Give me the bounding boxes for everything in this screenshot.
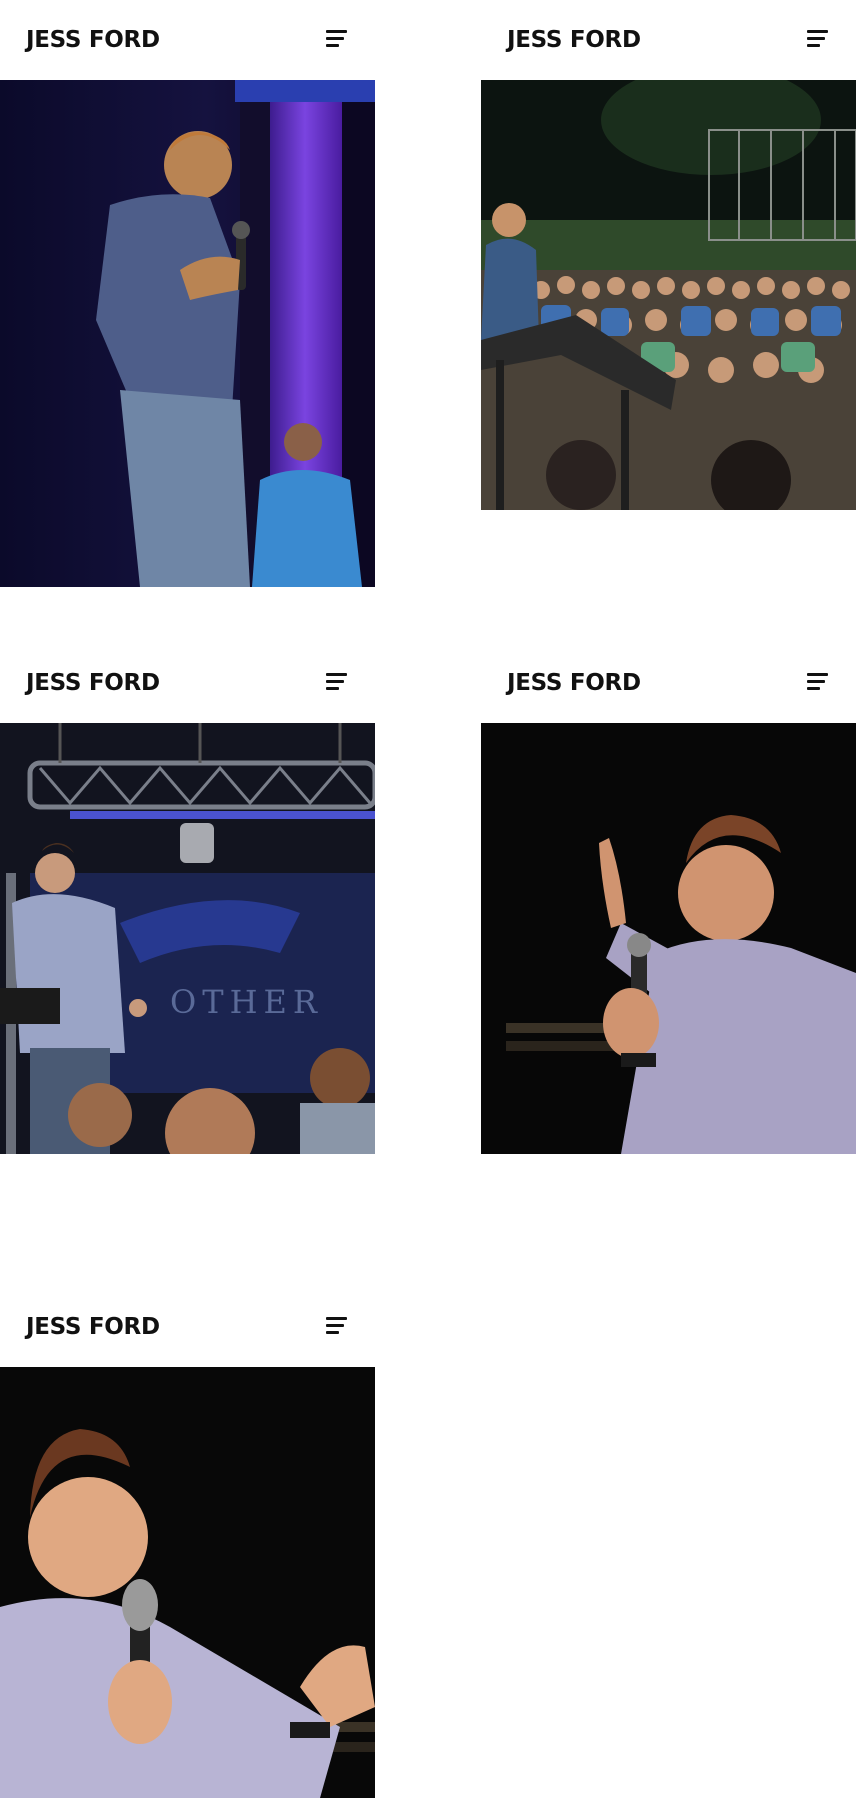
- hamburger-menu-icon[interactable]: [807, 673, 831, 693]
- photo-panel-3: JESS FORD OTHER: [0, 643, 375, 1154]
- brand-logo-link[interactable]: JESS FORD: [26, 1313, 160, 1341]
- photo-panel-2: JESS FORD: [481, 0, 856, 510]
- panel-header: JESS FORD: [0, 643, 375, 723]
- panel-header: JESS FORD: [0, 0, 375, 80]
- photo-speaker-on-stage: [0, 80, 375, 587]
- photo-speaker-smiling: [0, 1367, 375, 1798]
- brand-logo-link[interactable]: JESS FORD: [26, 669, 160, 697]
- brand-logo-link[interactable]: JESS FORD: [26, 26, 160, 54]
- hamburger-menu-icon[interactable]: [807, 30, 831, 50]
- panel-header: JESS FORD: [481, 643, 856, 723]
- photo-panel-5: JESS FORD: [0, 1287, 375, 1798]
- hamburger-menu-icon[interactable]: [326, 673, 350, 693]
- hamburger-menu-icon[interactable]: [326, 1317, 350, 1337]
- photo-speaker-with-banner: OTHER: [0, 723, 375, 1154]
- photo-panel-1: JESS FORD: [0, 0, 375, 587]
- banner-text: OTHER: [170, 983, 323, 1021]
- photo-speaker-raising-hand: [481, 723, 856, 1154]
- photo-panel-4: JESS FORD: [481, 643, 856, 1154]
- panel-header: JESS FORD: [481, 0, 856, 80]
- brand-logo-link[interactable]: JESS FORD: [507, 26, 641, 54]
- photo-outdoor-crowd: [481, 80, 856, 510]
- hamburger-menu-icon[interactable]: [326, 30, 350, 50]
- panel-header: JESS FORD: [0, 1287, 375, 1367]
- brand-logo-link[interactable]: JESS FORD: [507, 669, 641, 697]
